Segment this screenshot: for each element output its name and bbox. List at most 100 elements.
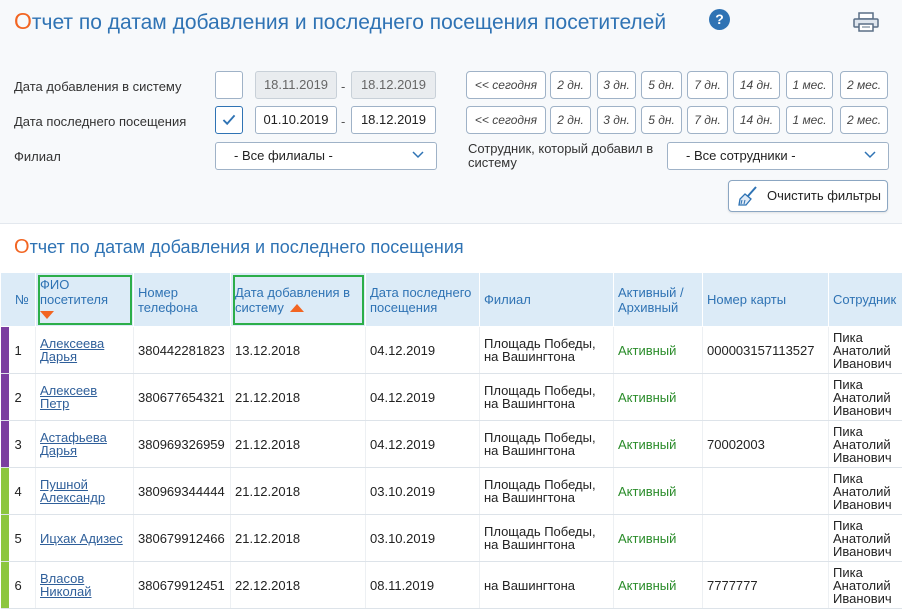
col-num: № — [0, 272, 36, 327]
visit-date-from[interactable]: 01.10.2019 — [255, 106, 337, 134]
cell-num: 3 — [0, 420, 36, 468]
section-title: Отчет по датам добавления и последнего п… — [14, 236, 464, 259]
cell-phone: 380969326959 — [133, 420, 231, 468]
added-quick-button-2[interactable]: 3 дн. — [597, 71, 636, 99]
cell-employee: Пика Анатолий Иванович — [828, 467, 902, 515]
visit-date-to[interactable]: 18.12.2019 — [351, 106, 436, 134]
cell-name: Астафьева Дарья — [35, 420, 134, 468]
col-visit[interactable]: Дата последнего посещения — [365, 272, 480, 327]
cell-status: Активный — [613, 561, 703, 609]
employee-select-value: - Все сотрудники - — [686, 148, 796, 163]
table-row: 2 Алексеев Петр 380677654321 21.12.2018 04.1… — [0, 373, 902, 421]
added-quick-button-4[interactable]: 7 дн. — [687, 71, 728, 99]
page-title-first-letter: О — [14, 8, 32, 34]
added-date-checkbox[interactable] — [215, 71, 243, 99]
cell-branch: Площадь Победы, на Вашингтона — [479, 514, 614, 562]
col-name-label: ФИО посетителя — [40, 277, 109, 307]
cell-name: Власов Николай — [35, 561, 134, 609]
visit-quick-button-5[interactable]: 14 дн. — [733, 106, 780, 134]
row-number: 1 — [14, 342, 22, 358]
cell-employee: Пика Анатолий Иванович — [828, 561, 902, 609]
cell-status: Активный — [613, 373, 703, 421]
added-quick-button-5[interactable]: 14 дн. — [733, 71, 780, 99]
visitor-name-link[interactable]: Алексеева Дарья — [40, 336, 104, 364]
col-name[interactable]: ФИО посетителя — [35, 272, 134, 327]
cell-visit: 04.12.2019 — [365, 373, 480, 421]
cell-visit: 08.11.2019 — [365, 561, 480, 609]
cell-added: 13.12.2018 — [230, 326, 366, 374]
table-row: 4 Пушной Александр 380969344444 21.12.2018 0… — [0, 467, 902, 515]
visitor-name-link[interactable]: Ицхак Адизес — [40, 531, 123, 546]
cell-card — [702, 373, 829, 421]
added-quick-button-7[interactable]: 2 мес. — [840, 71, 888, 99]
col-added[interactable]: Дата добавления в систему — [230, 272, 366, 327]
col-card[interactable]: Номер карты — [702, 272, 829, 327]
col-branch[interactable]: Филиал — [479, 272, 614, 327]
added-quick-button-3[interactable]: 5 дн. — [641, 71, 682, 99]
visit-quick-button-2[interactable]: 3 дн. — [597, 106, 636, 134]
report-table: № ФИО посетителя Номер телефона Дата доб… — [0, 272, 902, 609]
cell-card: 70002003 — [702, 420, 829, 468]
visitor-name-link[interactable]: Власов Николай — [40, 571, 92, 599]
clear-filters-label: Очистить фильтры — [767, 188, 882, 203]
employee-label: Сотрудник, который добавил в систему — [468, 141, 654, 170]
row-color-marker — [0, 374, 9, 420]
cell-visit: 04.12.2019 — [365, 326, 480, 374]
cell-added: 21.12.2018 — [230, 467, 366, 515]
branch-select[interactable]: - Все филиалы - — [215, 142, 437, 170]
visit-quick-button-3[interactable]: 5 дн. — [641, 106, 682, 134]
col-employee[interactable]: Сотрудник — [828, 272, 902, 327]
col-phone[interactable]: Номер телефона — [133, 272, 231, 327]
cell-visit: 03.10.2019 — [365, 467, 480, 515]
visit-quick-button-1[interactable]: 2 дн. — [550, 106, 591, 134]
row-number: 3 — [14, 436, 22, 452]
visit-quick-button-7[interactable]: 2 мес. — [840, 106, 888, 134]
table-row: 5 Ицхак Адизес 380679912466 21.12.2018 03.10… — [0, 514, 902, 562]
chevron-down-icon — [864, 151, 876, 159]
cell-num: 2 — [0, 373, 36, 421]
visit-quick-button-0[interactable]: << сегодня — [466, 106, 546, 134]
cell-branch: Площадь Победы, на Вашингтона — [479, 326, 614, 374]
visit-quick-button-4[interactable]: 7 дн. — [687, 106, 728, 134]
added-quick-button-0[interactable]: << сегодня — [466, 71, 546, 99]
print-icon[interactable] — [853, 12, 879, 32]
row-number: 6 — [14, 577, 22, 593]
page-title-text: тчет по датам добавления и последнего по… — [31, 11, 667, 34]
cell-name: Алексеева Дарья — [35, 326, 134, 374]
cell-employee: Пика Анатолий Иванович — [828, 514, 902, 562]
cell-name: Ицхак Адизес — [35, 514, 134, 562]
cell-branch: на Вашингтона — [479, 561, 614, 609]
row-number: 5 — [14, 530, 22, 546]
visit-date-checkbox[interactable] — [215, 106, 243, 134]
cell-status: Активный — [613, 467, 703, 515]
cell-added: 21.12.2018 — [230, 420, 366, 468]
added-quick-button-1[interactable]: 2 дн. — [550, 71, 591, 99]
added-date-from[interactable]: 18.11.2019 — [255, 71, 337, 99]
col-status[interactable]: Активный / Архивный — [613, 272, 703, 327]
added-date-to[interactable]: 18.12.2019 — [351, 71, 436, 99]
visitor-name-link[interactable]: Пушной Александр — [40, 477, 105, 505]
visit-quick-button-6[interactable]: 1 мес. — [786, 106, 833, 134]
section-title-first-letter: О — [14, 236, 30, 258]
visitor-name-link[interactable]: Астафьева Дарья — [40, 430, 107, 458]
row-number: 4 — [14, 483, 22, 499]
employee-select[interactable]: - Все сотрудники - — [667, 142, 889, 170]
row-number: 2 — [14, 389, 22, 405]
cell-visit: 04.12.2019 — [365, 420, 480, 468]
visitor-name-link[interactable]: Алексеев Петр — [40, 383, 97, 411]
cell-branch: Площадь Победы, на Вашингтона — [479, 373, 614, 421]
sort-asc-icon — [289, 304, 304, 313]
check-icon — [222, 114, 236, 126]
cell-name: Пушной Александр — [35, 467, 134, 515]
cell-status: Активный — [613, 514, 703, 562]
table-row: 6 Власов Николай 380679912451 22.12.2018 08.… — [0, 561, 902, 609]
added-quick-button-6[interactable]: 1 мес. — [786, 71, 833, 99]
clear-filters-button[interactable]: Очистить фильтры — [728, 180, 888, 212]
cell-added: 21.12.2018 — [230, 514, 366, 562]
help-icon[interactable]: ? — [709, 9, 730, 30]
section-title-text: тчет по датам добавления и последнего по… — [29, 237, 464, 257]
row-color-marker — [0, 515, 9, 561]
row-color-marker — [0, 421, 9, 467]
added-date-dash: - — [341, 79, 346, 94]
cell-employee: Пика Анатолий Иванович — [828, 326, 902, 374]
